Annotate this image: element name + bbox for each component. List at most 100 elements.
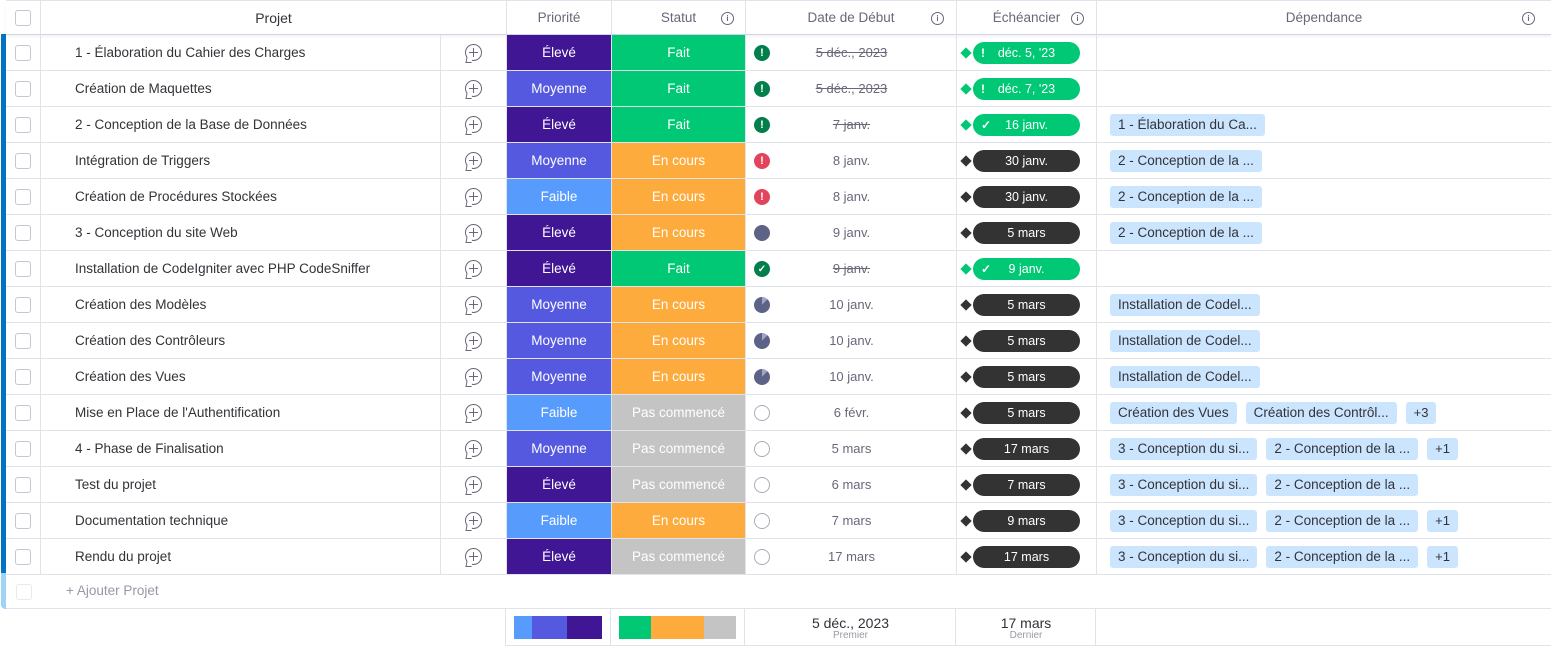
column-header-dependency[interactable]: Dépendance <box>1096 1 1551 34</box>
add-update-button[interactable] <box>440 179 506 214</box>
project-name[interactable]: Création de Maquettes <box>40 71 440 106</box>
start-date-cell[interactable]: 5 mars <box>745 431 956 466</box>
start-date-cell[interactable]: 9 janv. <box>745 215 956 250</box>
status-cell[interactable]: Fait <box>611 107 745 142</box>
dependency-tag[interactable]: 2 - Conception de la ... <box>1266 437 1419 460</box>
due-cell[interactable]: 5 mars <box>956 395 1096 430</box>
dependency-tag[interactable]: 3 - Conception du si... <box>1110 509 1258 532</box>
status-cell[interactable]: En cours <box>611 503 745 538</box>
status-cell[interactable]: Fait <box>611 35 745 70</box>
due-cell[interactable]: ! déc. 5, '23 <box>956 35 1096 70</box>
column-header-start-date[interactable]: Date de Début <box>745 1 956 34</box>
project-name[interactable]: 3 - Conception du site Web <box>40 215 440 250</box>
dependency-tag[interactable]: 2 - Conception de la ... <box>1266 473 1419 496</box>
due-cell[interactable]: 17 mars <box>956 539 1096 574</box>
row-checkbox[interactable] <box>15 512 31 529</box>
status-cell[interactable]: En cours <box>611 215 745 250</box>
priority-cell[interactable]: Faible <box>506 395 611 430</box>
due-cell[interactable]: ✓ 16 janv. <box>956 107 1096 142</box>
priority-cell[interactable]: Moyenne <box>506 323 611 358</box>
add-update-button[interactable] <box>440 35 506 70</box>
start-date-cell[interactable]: 7 mars <box>745 503 956 538</box>
dependency-cell[interactable]: 2 - Conception de la ... <box>1096 143 1551 178</box>
add-update-button[interactable] <box>440 143 506 178</box>
dependency-tag[interactable]: Création des Contrôl... <box>1245 401 1397 424</box>
due-cell[interactable]: ✓ 9 janv. <box>956 251 1096 286</box>
add-update-button[interactable] <box>440 215 506 250</box>
add-update-button[interactable] <box>440 503 506 538</box>
priority-cell[interactable]: Faible <box>506 179 611 214</box>
row-checkbox[interactable] <box>15 44 31 61</box>
project-name[interactable]: Documentation technique <box>40 503 440 538</box>
dependency-tag[interactable]: 2 - Conception de la ... <box>1266 509 1419 532</box>
row-checkbox[interactable] <box>15 368 31 385</box>
dependency-more-badge[interactable]: +1 <box>1427 437 1458 460</box>
dependency-tag[interactable]: 3 - Conception du si... <box>1110 437 1258 460</box>
dependency-more-badge[interactable]: +1 <box>1427 509 1458 532</box>
row-checkbox[interactable] <box>15 332 31 349</box>
start-date-cell[interactable]: 10 janv. <box>745 287 956 322</box>
due-cell[interactable]: 30 janv. <box>956 143 1096 178</box>
priority-cell[interactable]: Élevé <box>506 107 611 142</box>
start-date-cell[interactable]: 6 févr. <box>745 395 956 430</box>
status-cell[interactable]: Fait <box>611 71 745 106</box>
column-header-priority[interactable]: Priorité <box>506 1 611 34</box>
project-name[interactable]: Mise en Place de l'Authentification <box>40 395 440 430</box>
row-checkbox[interactable] <box>15 224 31 241</box>
due-cell[interactable]: 7 mars <box>956 467 1096 502</box>
dependency-tag[interactable]: 3 - Conception du si... <box>1110 473 1258 496</box>
due-cell[interactable]: ! déc. 7, '23 <box>956 71 1096 106</box>
dependency-tag[interactable]: 2 - Conception de la ... <box>1110 185 1262 208</box>
column-header-due[interactable]: Échéancier <box>956 1 1096 34</box>
add-update-button[interactable] <box>440 323 506 358</box>
project-name[interactable]: Création des Contrôleurs <box>40 323 440 358</box>
status-cell[interactable]: En cours <box>611 179 745 214</box>
add-update-button[interactable] <box>440 359 506 394</box>
dependency-cell[interactable]: Installation de Codel... <box>1096 359 1551 394</box>
add-update-button[interactable] <box>440 539 506 574</box>
status-cell[interactable]: Pas commencé <box>611 539 745 574</box>
status-cell[interactable]: Pas commencé <box>611 395 745 430</box>
row-checkbox[interactable] <box>15 188 31 205</box>
dependency-cell[interactable]: Création des Vues Création des Contrôl...… <box>1096 395 1551 430</box>
start-date-cell[interactable]: 6 mars <box>745 467 956 502</box>
row-checkbox[interactable] <box>15 296 31 313</box>
dependency-cell[interactable] <box>1096 71 1551 106</box>
due-cell[interactable]: 9 mars <box>956 503 1096 538</box>
start-date-cell[interactable]: 17 mars <box>745 539 956 574</box>
priority-cell[interactable]: Moyenne <box>506 287 611 322</box>
info-icon[interactable] <box>931 12 944 25</box>
dependency-tag[interactable]: 2 - Conception de la ... <box>1110 149 1262 172</box>
dependency-tag[interactable]: Création des Vues <box>1110 401 1237 424</box>
dependency-tag[interactable]: 3 - Conception du si... <box>1110 545 1258 568</box>
dependency-cell[interactable]: 3 - Conception du si... 2 - Conception de… <box>1096 503 1551 538</box>
status-cell[interactable]: Pas commencé <box>611 431 745 466</box>
priority-cell[interactable]: Faible <box>506 503 611 538</box>
dependency-cell[interactable]: 3 - Conception du si... 2 - Conception de… <box>1096 467 1551 502</box>
add-update-button[interactable] <box>440 467 506 502</box>
status-cell[interactable]: En cours <box>611 143 745 178</box>
project-name[interactable]: Création de Procédures Stockées <box>40 179 440 214</box>
row-checkbox[interactable] <box>15 440 31 457</box>
priority-summary[interactable] <box>505 609 611 646</box>
dependency-more-badge[interactable]: +1 <box>1427 545 1458 568</box>
due-cell[interactable]: 5 mars <box>956 323 1096 358</box>
dependency-cell[interactable]: 3 - Conception du si... 2 - Conception de… <box>1096 431 1551 466</box>
dependency-cell[interactable]: 1 - Élaboration du Ca... <box>1096 107 1551 142</box>
project-name[interactable]: Intégration de Triggers <box>40 143 440 178</box>
status-cell[interactable]: Pas commencé <box>611 467 745 502</box>
start-date-cell[interactable]: 10 janv. <box>745 323 956 358</box>
status-cell[interactable]: En cours <box>611 359 745 394</box>
add-project-label[interactable]: + Ajouter Projet <box>66 583 159 598</box>
project-name[interactable]: 1 - Élaboration du Cahier des Charges <box>40 35 440 70</box>
priority-cell[interactable]: Moyenne <box>506 359 611 394</box>
project-name[interactable]: 2 - Conception de la Base de Données <box>40 107 440 142</box>
dependency-tag[interactable]: Installation de Codel... <box>1110 365 1260 388</box>
dependency-cell[interactable]: 2 - Conception de la ... <box>1096 215 1551 250</box>
due-cell[interactable]: 5 mars <box>956 287 1096 322</box>
add-update-button[interactable] <box>440 395 506 430</box>
priority-cell[interactable]: Élevé <box>506 539 611 574</box>
project-name[interactable]: Test du projet <box>40 467 440 502</box>
start-date-cell[interactable]: ✓ 9 janv. <box>745 251 956 286</box>
due-cell[interactable]: 5 mars <box>956 215 1096 250</box>
